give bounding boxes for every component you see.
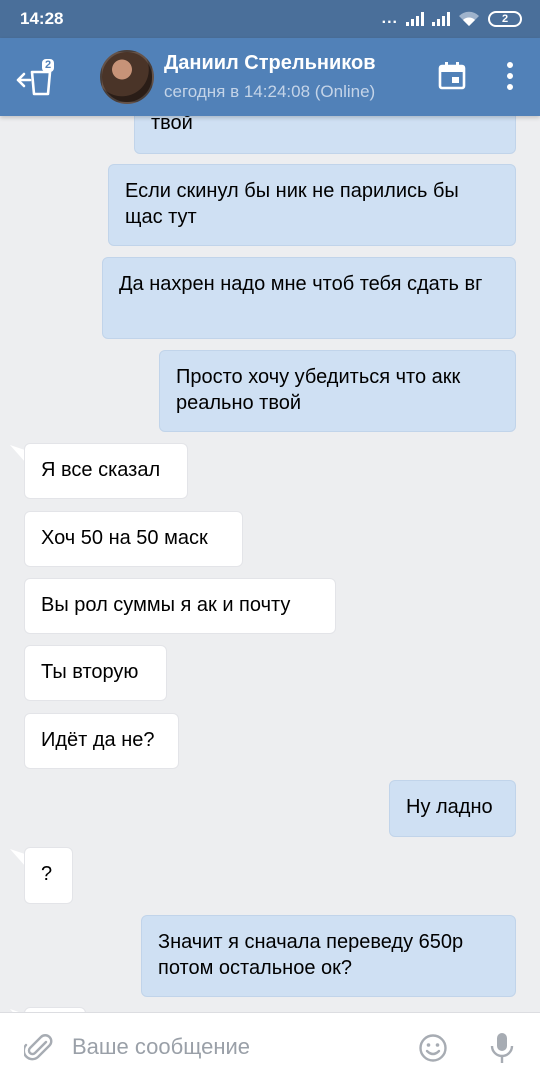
more-button[interactable] xyxy=(496,60,524,92)
message-text: Да нахрен надо мне чтоб тебя сдать вг xyxy=(119,273,483,295)
message-outgoing[interactable]: твой xyxy=(134,116,516,154)
microphone-icon xyxy=(490,1033,514,1063)
message-text: Хоч 50 на 50 маск xyxy=(41,527,208,549)
message-incoming[interactable]: Вы рол суммы я ак и почту xyxy=(24,578,336,634)
status-icons: ... 2 xyxy=(382,10,522,28)
calendar-button[interactable] xyxy=(438,62,466,90)
message-incoming[interactable]: ? xyxy=(24,847,73,904)
battery-icon: 2 xyxy=(488,11,522,27)
avatar[interactable] xyxy=(100,50,154,104)
message-text: Значит я сначала переведу 650р потом ост… xyxy=(158,931,464,979)
message-outgoing[interactable]: Ну ладно xyxy=(389,780,516,837)
composer-bar xyxy=(0,1012,540,1080)
status-time: 14:28 xyxy=(20,9,64,28)
calendar-icon xyxy=(438,62,466,90)
message-outgoing[interactable]: Значит я сначала переведу 650р потом ост… xyxy=(141,915,516,997)
attach-button[interactable] xyxy=(22,1033,54,1063)
microphone-button[interactable] xyxy=(488,1031,516,1065)
message-text: Идёт да не? xyxy=(41,729,155,751)
message-outgoing[interactable]: Да нахрен надо мне чтоб тебя сдать вг xyxy=(102,257,516,339)
message-text: Просто хочу убедиться что акк реально тв… xyxy=(176,366,461,414)
emoji-button[interactable] xyxy=(418,1033,448,1063)
status-bar: 14:28 ... 2 xyxy=(0,0,540,38)
emoji-icon xyxy=(419,1034,447,1062)
more-vertical-icon xyxy=(507,62,513,90)
message-incoming[interactable]: Ты вторую xyxy=(24,645,167,701)
message-text: ? xyxy=(41,863,53,885)
wifi-icon xyxy=(459,11,479,26)
message-text: Ну ладно xyxy=(406,796,493,818)
contact-name[interactable]: Даниил Стрельников xyxy=(164,52,376,75)
attach-icon xyxy=(22,1034,53,1061)
message-text: Ты вторую xyxy=(41,661,139,683)
signal-icon xyxy=(406,12,424,26)
message-list[interactable]: твой Если скинул бы ник не парились бы щ… xyxy=(0,116,540,1012)
contact-status: сегодня в 14:24:08 (Online) xyxy=(164,82,376,101)
message-outgoing[interactable]: Просто хочу убедиться что акк реально тв… xyxy=(159,350,516,432)
message-outgoing[interactable]: Если скинул бы ник не парились бы щас ту… xyxy=(108,164,516,246)
status-dots: ... xyxy=(381,10,398,27)
back-button[interactable]: 2 xyxy=(14,56,60,100)
message-text: твой xyxy=(151,116,193,134)
message-incoming[interactable]: Идёт да не? xyxy=(24,713,179,769)
signal-icon xyxy=(432,12,450,26)
unread-badge: 2 xyxy=(42,59,55,72)
message-text: Я все сказал xyxy=(41,459,161,481)
message-incoming[interactable]: Я все сказал xyxy=(24,443,188,499)
message-text: Вы рол суммы я ак и почту xyxy=(41,594,291,616)
message-incoming[interactable]: Хоч 50 на 50 маск xyxy=(24,511,243,567)
chat-header: 2 Даниил Стрельников сегодня в 14:24:08 … xyxy=(0,38,540,116)
message-input[interactable] xyxy=(72,1027,372,1067)
message-text: Если скинул бы ник не парились бы щас ту… xyxy=(125,180,459,228)
